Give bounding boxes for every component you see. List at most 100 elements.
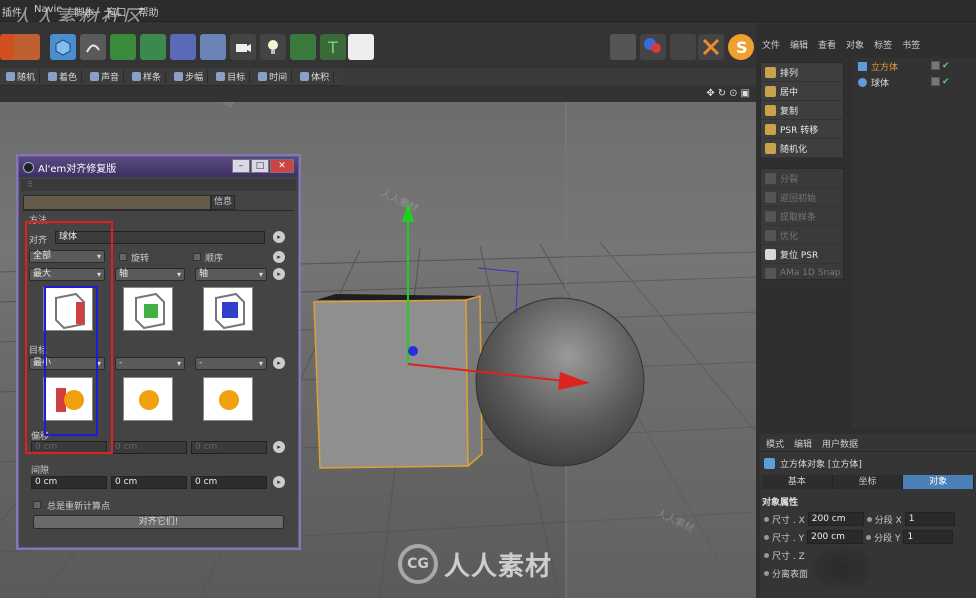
maximize-view-icon[interactable]: ▣ (741, 88, 750, 99)
attr-menu-userdata[interactable]: 用户数据 (822, 437, 858, 450)
text-icon[interactable]: T (320, 34, 346, 60)
spheres-icon[interactable] (640, 34, 666, 60)
target-max-icon[interactable] (203, 377, 253, 421)
tool-shader[interactable]: 着色 (44, 70, 83, 83)
om-menu-file[interactable]: 文件 (762, 38, 780, 51)
s-plugin-icon[interactable]: S (728, 34, 754, 60)
keyframe-dot[interactable] (764, 552, 769, 558)
dialog-grip[interactable]: ⠿ (21, 179, 296, 191)
spline-pen-icon[interactable] (80, 34, 106, 60)
rotate-view-icon[interactable]: ↻ (718, 88, 726, 99)
cmd-arrange[interactable]: 排列 (761, 63, 843, 82)
om-menu-edit[interactable]: 编辑 (790, 38, 808, 51)
object-name-sphere: 球体 (871, 78, 890, 89)
spacing-y-field[interactable]: 0 cm (111, 476, 187, 489)
align-target-arrow[interactable]: ▸ (273, 231, 285, 243)
tool-target[interactable]: 目标 (212, 70, 251, 83)
mograph-icon[interactable] (290, 34, 316, 60)
attr-menu-edit[interactable]: 编辑 (794, 437, 812, 450)
keyframe-dot[interactable] (764, 570, 769, 576)
maximize-button[interactable]: □ (251, 159, 269, 173)
dialog-title: Al'em对齐修复版 (38, 163, 117, 175)
offset-z-field[interactable]: 0 cm (191, 441, 267, 454)
close-button[interactable]: ✕ (270, 159, 294, 173)
om-menu-object[interactable]: 对象 (846, 38, 864, 51)
attributes-tabs: 基本 坐标 对象 (762, 475, 975, 489)
offset-arrow[interactable]: ▸ (273, 441, 285, 453)
layout-icon[interactable] (610, 34, 636, 60)
tab-object[interactable]: 对象 (903, 475, 975, 489)
align-them-button[interactable]: 对齐它们! (33, 515, 284, 529)
mode-arrow[interactable]: ▸ (273, 251, 285, 263)
floor-icon[interactable] (200, 34, 226, 60)
visibility-toggles[interactable]: ✔ (931, 61, 950, 71)
object-row-cube[interactable]: 立方体 ✔ (852, 58, 976, 74)
axis-dropdown-1[interactable]: 轴 (115, 268, 185, 281)
cmd-duplicate[interactable]: 复制 (761, 101, 843, 120)
target-arrow[interactable]: ▸ (273, 357, 285, 369)
cmd-psr-transfer[interactable]: PSR 转移 (761, 120, 843, 139)
nurbs-icon[interactable] (110, 34, 136, 60)
move-view-icon[interactable]: ✥ (706, 88, 714, 99)
tab-coord[interactable]: 坐标 (833, 475, 904, 489)
cmd-randomize[interactable]: 随机化 (761, 139, 843, 158)
tab-basic[interactable]: 基本 (762, 475, 833, 489)
render-settings-icon[interactable] (14, 34, 40, 60)
svg-text:S: S (736, 38, 748, 57)
om-menu-bookmark[interactable]: 书签 (902, 38, 920, 51)
tool-random[interactable]: 随机 (2, 70, 41, 83)
offset-y-field[interactable]: 0 cm (111, 441, 187, 454)
tab-info[interactable]: 信息 (211, 195, 235, 210)
seg-y-field[interactable]: 1 (903, 530, 954, 544)
om-menu-tag[interactable]: 标签 (874, 38, 892, 51)
camera-icon[interactable] (230, 34, 256, 60)
visibility-toggles[interactable]: ✔ (931, 77, 950, 87)
record-icon[interactable] (670, 34, 696, 60)
tool-sound[interactable]: 声音 (86, 70, 125, 83)
order-checkbox[interactable] (193, 253, 201, 261)
keyframe-dot[interactable] (764, 534, 769, 540)
target-center-icon[interactable] (123, 377, 173, 421)
zoom-view-icon[interactable]: ⊙ (729, 88, 737, 99)
cmd-extract-spline: 提取样条 (761, 207, 843, 226)
spacing-arrow[interactable]: ▸ (273, 476, 285, 488)
dialog-titlebar[interactable]: Al'em对齐修复版 – □ ✕ (19, 157, 298, 177)
attr-menu-mode[interactable]: 模式 (766, 437, 784, 450)
keyframe-dot[interactable] (866, 516, 872, 522)
target-dropdown-1[interactable]: - (115, 357, 185, 370)
size-y-field[interactable]: 200 cm (807, 530, 864, 544)
tool-volume[interactable]: 体积 (296, 70, 335, 83)
recalc-checkbox[interactable] (33, 501, 41, 509)
cmd-randomize-label: 随机化 (780, 144, 808, 155)
deformer-icon[interactable] (170, 34, 196, 60)
seg-x-field[interactable]: 1 (904, 512, 955, 526)
target-dropdown-2[interactable]: - (195, 357, 267, 370)
cmd-center[interactable]: 居中 (761, 82, 843, 101)
minimize-button[interactable]: – (232, 159, 250, 173)
keyframe-dot[interactable] (764, 516, 769, 522)
cube-object[interactable] (313, 294, 483, 469)
spacing-z-field[interactable]: 0 cm (191, 476, 267, 489)
cube-icon (764, 458, 775, 469)
array-icon[interactable] (140, 34, 166, 60)
axis-cube-icon[interactable] (203, 287, 253, 331)
size-x-field[interactable]: 200 cm (807, 512, 864, 526)
snap-icon[interactable] (698, 34, 724, 60)
cube-icon[interactable] (50, 34, 76, 60)
tab-main[interactable] (23, 195, 211, 210)
object-row-sphere[interactable]: 球体 ✔ (852, 74, 976, 90)
tool-time[interactable]: 时间 (254, 70, 293, 83)
tool-step[interactable]: 步幅 (170, 70, 209, 83)
axis-dropdown-2[interactable]: 轴 (195, 268, 267, 281)
axis-arrow[interactable]: ▸ (273, 268, 285, 280)
tool-spline[interactable]: 样条 (128, 70, 167, 83)
om-menu-view[interactable]: 查看 (818, 38, 836, 51)
spacing-x-field[interactable]: 0 cm (31, 476, 107, 489)
cmd-reset-psr[interactable]: 复位 PSR (761, 245, 843, 264)
script-icon[interactable] (348, 34, 374, 60)
keyframe-dot[interactable] (866, 534, 872, 540)
center-cube-icon[interactable] (123, 287, 173, 331)
light-icon[interactable] (260, 34, 286, 60)
watermark-logo-icon: CG (398, 544, 438, 584)
rotate-checkbox[interactable] (119, 253, 127, 261)
